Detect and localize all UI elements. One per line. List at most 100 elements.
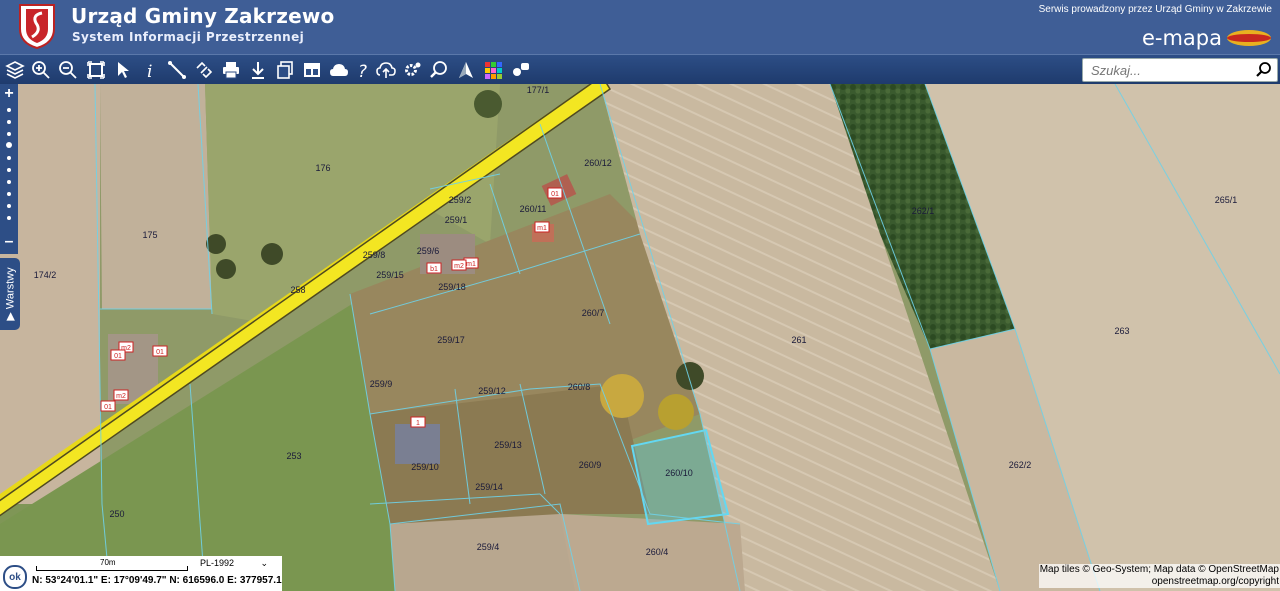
parcel-label: 259/4	[476, 542, 500, 552]
zoom-handle[interactable]	[6, 142, 12, 148]
zoom-level-dot[interactable]	[7, 120, 11, 124]
parcel-label: 259/1	[444, 215, 468, 225]
layers-panel-tab[interactable]: ▶ Warstwy	[0, 258, 20, 330]
info-icon[interactable]: i	[139, 59, 161, 81]
download-icon[interactable]	[247, 59, 269, 81]
zoom-extent-icon[interactable]	[85, 59, 107, 81]
building-tag: 01	[114, 353, 122, 360]
building-tag: m1	[537, 225, 547, 232]
parcel-label: 260/9	[578, 460, 602, 470]
parcel-label: 261	[791, 335, 807, 345]
zoom-out-icon[interactable]	[57, 59, 79, 81]
zoom-in-icon[interactable]	[30, 59, 52, 81]
app-subtitle: System Informacji Przestrzennej	[72, 30, 305, 44]
zoom-out-button[interactable]: –	[0, 233, 18, 250]
print-icon[interactable]	[220, 59, 242, 81]
settings-icon[interactable]	[402, 59, 424, 81]
building-tag: 01	[104, 404, 112, 411]
zoom-level-dot[interactable]	[7, 108, 11, 112]
parcel-label: 250	[109, 509, 125, 519]
header-bar: Urząd Gminy Zakrzewo System Informacji P…	[0, 0, 1280, 54]
color-grid-icon[interactable]	[482, 59, 504, 81]
magnifier-icon[interactable]	[428, 59, 450, 81]
parcel-label: 259/6	[416, 246, 440, 256]
parcel-label: 259/17	[437, 335, 465, 345]
emapa-badge-icon	[1227, 30, 1271, 46]
parcel-label: 174/2	[33, 270, 57, 280]
layers-tab-label: ▶ Warstwy	[4, 267, 17, 321]
compass-icon[interactable]	[455, 59, 477, 81]
parcel-label: 262/1	[911, 206, 935, 216]
parcel-label: 259/15	[376, 270, 404, 280]
zoom-level-dot[interactable]	[7, 216, 11, 220]
zoom-in-button[interactable]: +	[0, 85, 18, 102]
parcel-label: 259/10	[411, 462, 439, 472]
select-arrow-icon[interactable]	[112, 59, 134, 81]
parcel-label: 265/1	[1214, 195, 1238, 205]
zoom-slider[interactable]: + –	[0, 84, 18, 254]
svg-text:i: i	[147, 62, 152, 80]
zoom-level-dot[interactable]	[7, 156, 11, 160]
parcel-label: 260/12	[584, 158, 612, 168]
map-view[interactable]: m1 m1 m2 m2 b1 01 01 01 m2 1 01 177/1 176 260/12 259/…	[0, 84, 1280, 591]
zoom-level-dot[interactable]	[7, 180, 11, 184]
chevron-down-icon: ⌄	[260, 558, 268, 568]
camera-icon[interactable]	[510, 59, 532, 81]
building-tag: 1	[416, 420, 420, 427]
search-box[interactable]	[1082, 58, 1278, 82]
emapa-label: e-mapa	[1141, 26, 1222, 50]
copy-icon[interactable]	[274, 59, 296, 81]
app-title: Urząd Gminy Zakrzewo	[71, 4, 335, 28]
building-tag: 01	[551, 191, 559, 198]
parcel-label: 260/11	[519, 204, 547, 214]
map-attribution: Map tiles © Geo-System; Map data © OpenS…	[1038, 564, 1280, 588]
parcel-label: 260/4	[645, 547, 669, 557]
attribution-line: Map tiles © Geo-System; Map data © OpenS…	[1039, 564, 1279, 575]
search-icon[interactable]	[1255, 61, 1273, 79]
parcel-label: 259/12	[478, 386, 506, 396]
parcel-label: 260/8	[567, 382, 591, 392]
cloud-icon[interactable]	[328, 59, 350, 81]
coat-of-arms-logo	[19, 4, 55, 49]
zoom-level-dot[interactable]	[7, 132, 11, 136]
measure-distance-icon[interactable]	[166, 59, 188, 81]
parcel-label: 259/9	[369, 379, 393, 389]
parcel-label: 175	[142, 230, 158, 240]
parcel-label: 259/8	[362, 250, 386, 260]
zoom-level-dot[interactable]	[7, 204, 11, 208]
parcel-label: 262/2	[1008, 460, 1032, 470]
building-tag: 01	[156, 349, 164, 356]
service-info: Serwis prowadzony przez Urząd Gminy w Za…	[1038, 4, 1272, 15]
orthophoto-map[interactable]: m1m1m2m2b1010101m2101	[0, 84, 1280, 591]
parcel-label: 176	[315, 163, 331, 173]
building-tag: b1	[430, 266, 438, 273]
parcel-label: 258	[290, 285, 306, 295]
parcel-label: 253	[286, 451, 302, 461]
building-tag: m1	[466, 261, 476, 268]
measure-link-icon[interactable]	[193, 59, 215, 81]
parcel-label: 260/10	[665, 468, 693, 478]
upload-cloud-icon[interactable]	[375, 59, 397, 81]
layers-icon[interactable]	[4, 59, 26, 81]
attribution-link[interactable]: openstreetmap.org/copyright	[1040, 576, 1279, 588]
crs-select[interactable]: PL-1992 ⌄	[196, 558, 272, 572]
parcel-label: 260/7	[581, 308, 605, 318]
emapa-logo[interactable]: e-mapa	[1141, 26, 1272, 50]
scale-bar	[36, 566, 188, 571]
crs-value: PL-1992	[200, 558, 235, 568]
zoom-level-dot[interactable]	[7, 192, 11, 196]
building-tag: m2	[454, 263, 464, 270]
ok-button[interactable]: ok	[3, 565, 27, 589]
parcel-label: 259/2	[448, 195, 472, 205]
layout-icon[interactable]	[301, 59, 323, 81]
cursor-coordinates: N: 53°24'01.1" E: 17°09'49.7" N: 616596.…	[32, 575, 282, 586]
status-panel: ok 70m PL-1992 ⌄ N: 53°24'01.1" E: 17°09…	[0, 556, 282, 591]
parcel-label: 259/13	[494, 440, 522, 450]
zoom-level-dot[interactable]	[7, 168, 11, 172]
parcel-label: 259/14	[475, 482, 503, 492]
parcel-label: 263	[1114, 326, 1130, 336]
help-icon[interactable]: ?	[352, 59, 374, 81]
search-input[interactable]	[1089, 59, 1253, 81]
parcel-label: 177/1	[526, 85, 550, 95]
svg-text:?: ?	[358, 62, 367, 80]
